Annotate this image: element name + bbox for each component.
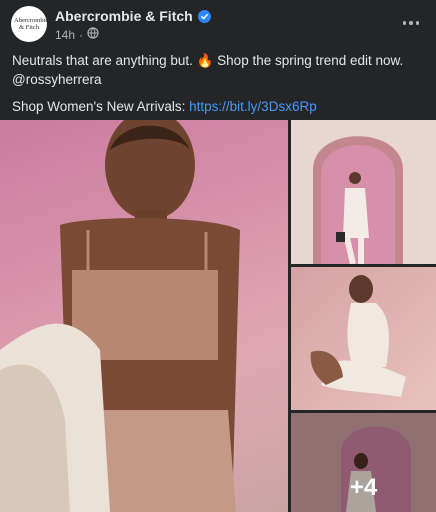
shop-link[interactable]: https://bit.ly/3Dsx6Rp [189,99,317,114]
post-caption: Neutrals that are anything but. 🔥 Shop t… [12,53,404,87]
more-photos-overlay[interactable]: +4 [291,413,436,512]
thumbnail-2-illustration [310,275,406,397]
more-dot [402,21,407,25]
thumbnail-3[interactable]: +4 [291,413,436,512]
main-photo-illustration [0,120,240,512]
more-options-icon[interactable] [400,12,422,34]
page-name-link[interactable]: Abercrombie & Fitch [55,8,193,24]
globe-icon[interactable] [87,27,99,42]
thumbnail-1-illustration [313,136,403,264]
main-photo[interactable] [0,120,288,512]
more-dot [415,21,420,25]
shop-line: Shop Women's New Arrivals: https://bit.l… [12,97,422,116]
post-header: Abercrombie & Fitch Abercrombie & Fitch … [0,0,436,48]
thumbnail-2[interactable] [291,267,436,410]
shop-label: Shop Women's New Arrivals: [12,99,190,114]
post-text: Neutrals that are anything but. 🔥 Shop t… [12,51,422,116]
verified-badge-icon [197,9,211,23]
meta-separator: · [79,27,84,42]
more-photos-count: +4 [349,473,378,501]
more-dot [409,21,413,25]
page-avatar[interactable]: Abercrombie & Fitch [11,6,47,42]
thumbnail-1[interactable] [291,120,436,264]
avatar-logo-text: Abercrombie & Fitch [14,17,47,31]
page-name-row: Abercrombie & Fitch [55,8,211,24]
post-timestamp[interactable]: 14h [55,28,75,42]
post-meta: 14h · [55,27,99,42]
